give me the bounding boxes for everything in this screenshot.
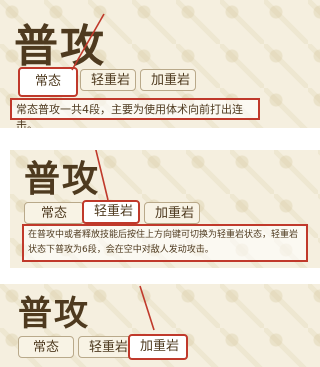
annotation-arrow-icon xyxy=(71,13,105,71)
panel-light-heavy-rock: 普攻 常态 轻重岩 加重岩 在普攻中或者释放技能后按住上方向键可切换为轻重岩状态… xyxy=(10,150,320,268)
annotation-arrow-icon xyxy=(95,150,109,201)
annotation-arrow-icon xyxy=(139,285,155,331)
panel-added-heavy-rock: 普攻 常态 轻重岩 加重岩 xyxy=(0,284,320,367)
panel-normal: 普攻 常态 轻重岩 加重岩 常态普攻一共4段，主要为使用体术向前打出连击。 xyxy=(0,0,320,128)
